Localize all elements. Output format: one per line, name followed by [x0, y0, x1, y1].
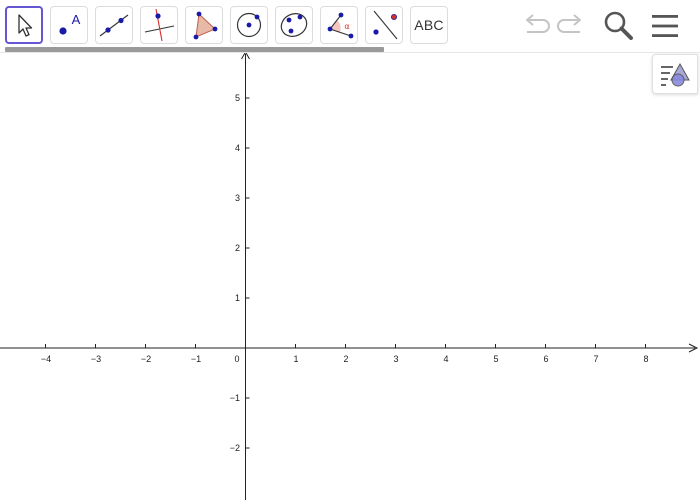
graphics-style-bar-icon: [661, 62, 690, 87]
line-tool-button[interactable]: [95, 6, 133, 44]
y-tick-label: 4: [235, 143, 240, 153]
perpendicular-line-tool-button[interactable]: [140, 6, 178, 44]
style-bar-toggle-button[interactable]: [652, 54, 698, 94]
redo-button[interactable]: [555, 8, 589, 44]
x-tick-label: 7: [593, 354, 598, 364]
search-button[interactable]: [601, 8, 635, 44]
polygon-tool-button[interactable]: [185, 6, 223, 44]
origin-label: 0: [234, 354, 239, 364]
angle-tool-button[interactable]: α: [320, 6, 358, 44]
y-tick-label: −2: [230, 443, 240, 453]
point-tool-button[interactable]: A: [50, 6, 88, 44]
undo-icon: [526, 14, 550, 33]
x-tick-label: −2: [141, 354, 151, 364]
graphics-view[interactable]: −4 −3 −2 −1 1 2 3 4 5 6 7 8 0 5 4 3 2 1 …: [0, 0, 700, 500]
reflect-tool-button[interactable]: [365, 6, 403, 44]
toolbar-scrollbar[interactable]: [5, 47, 384, 52]
toolbar: A α ABC: [0, 0, 700, 52]
x-tick-label: 8: [643, 354, 648, 364]
y-tick-label: 2: [235, 243, 240, 253]
point-icon: A: [59, 12, 81, 35]
x-tick-label: 4: [443, 354, 448, 364]
redo-icon: [557, 14, 581, 33]
y-tick-labels: 5 4 3 2 1 −1 −2: [230, 93, 240, 453]
x-tick-label: −3: [91, 354, 101, 364]
y-tick-label: 1: [235, 293, 240, 303]
cursor-arrow-icon: [18, 14, 33, 37]
y-tick-label: 3: [235, 193, 240, 203]
line-icon: [99, 14, 129, 37]
main-menu-button[interactable]: [648, 8, 682, 44]
x-ticks: [45, 344, 646, 348]
angle-icon: α: [327, 12, 354, 39]
conic-tool-button[interactable]: [275, 6, 313, 44]
x-tick-label: 6: [543, 354, 548, 364]
x-tick-label: 3: [393, 354, 398, 364]
angle-alpha-label: α: [344, 22, 349, 31]
y-ticks: [245, 97, 250, 449]
circle-tool-button[interactable]: [230, 6, 268, 44]
menu-icon: [652, 15, 678, 37]
toolbar-divider: [0, 52, 700, 53]
x-tick-label: −1: [191, 354, 201, 364]
undo-button[interactable]: [518, 8, 552, 44]
x-tick-labels: −4 −3 −2 −1 1 2 3 4 5 6 7 8: [41, 354, 649, 364]
x-tick-label: 5: [493, 354, 498, 364]
y-tick-label: 5: [235, 93, 240, 103]
ellipse-icon: [280, 13, 308, 37]
y-tick-label: −1: [230, 393, 240, 403]
search-icon: [604, 11, 633, 40]
text-tool-button[interactable]: ABC: [410, 6, 448, 44]
reflect-about-line-icon: [373, 10, 398, 40]
polygon-icon: [193, 11, 218, 40]
x-tick-label: 1: [293, 354, 298, 364]
circle-center-point-icon: [236, 12, 262, 38]
perpendicular-line-icon: [144, 8, 175, 42]
x-tick-label: 2: [343, 354, 348, 364]
move-tool-button[interactable]: [5, 6, 43, 44]
point-label: A: [72, 12, 81, 27]
x-tick-label: −4: [41, 354, 51, 364]
text-tool-label: ABC: [414, 17, 444, 33]
